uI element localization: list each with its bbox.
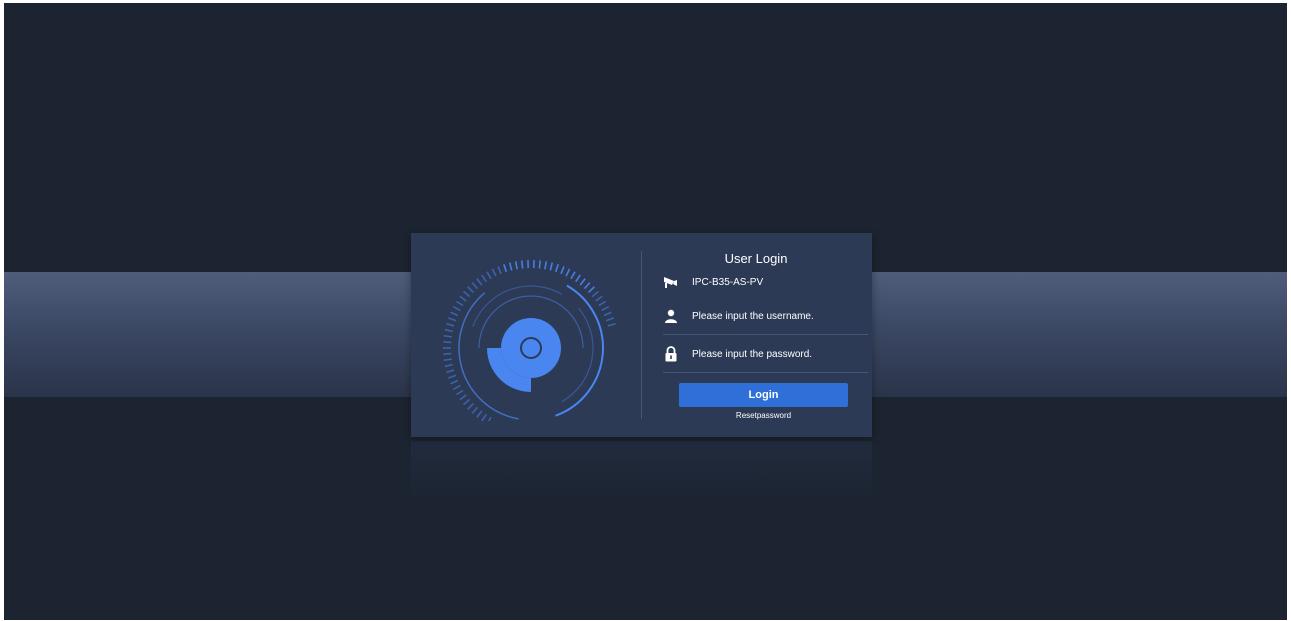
login-button[interactable]: Login: [679, 383, 848, 407]
password-input[interactable]: [692, 348, 862, 360]
lock-icon: [663, 346, 679, 362]
device-row: IPC-B35-AS-PV: [663, 272, 868, 292]
login-card: User Login IPC-B35-AS-PV Please input th…: [411, 233, 872, 437]
camera-icon: [663, 274, 679, 290]
username-row[interactable]: [663, 306, 868, 326]
username-input[interactable]: [692, 310, 862, 322]
password-underline: [663, 372, 868, 373]
card-divider: [641, 251, 642, 419]
card-reflection: [411, 441, 872, 501]
login-title: User Login: [724, 251, 788, 266]
login-screen: User Login IPC-B35-AS-PV Please input th…: [4, 3, 1287, 620]
user-icon: [663, 308, 679, 324]
radar-logo-icon: [443, 260, 616, 421]
device-name: IPC-B35-AS-PV: [692, 276, 764, 288]
username-underline: [663, 334, 868, 335]
reset-password-link[interactable]: Resetpassword: [679, 411, 848, 420]
password-row[interactable]: [663, 344, 868, 364]
